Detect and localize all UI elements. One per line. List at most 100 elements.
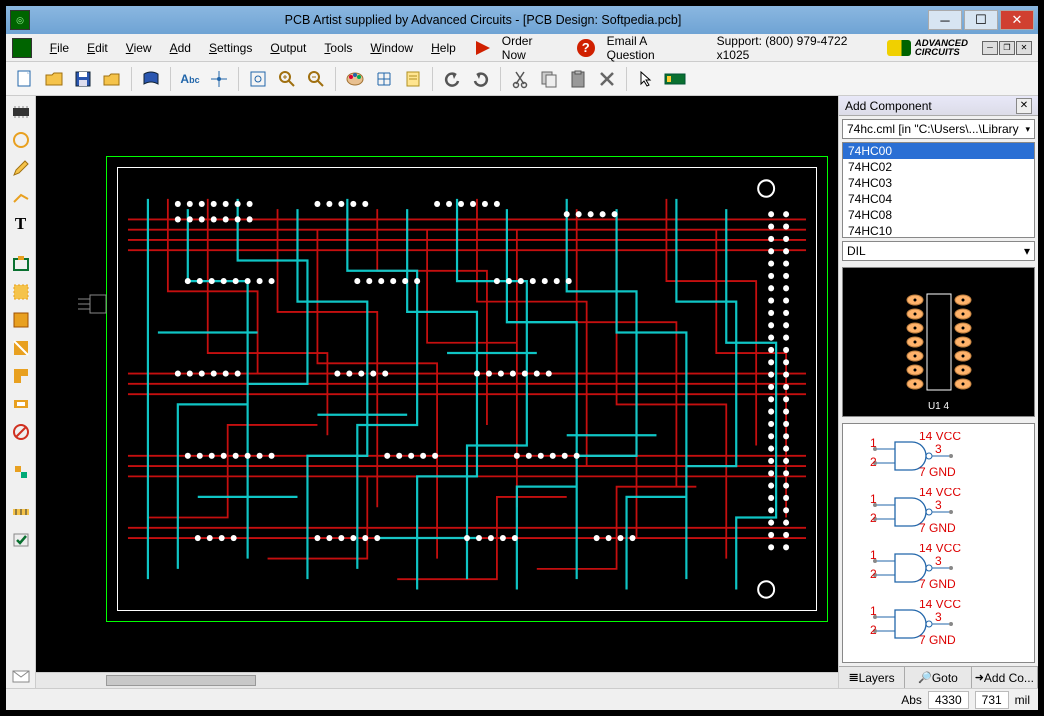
- shape-tool-button[interactable]: [9, 252, 33, 276]
- undo-button[interactable]: [439, 66, 465, 92]
- status-y: 731: [975, 691, 1009, 709]
- menu-help[interactable]: Help: [423, 39, 464, 57]
- menu-add[interactable]: Add: [162, 39, 199, 57]
- menu-output[interactable]: Output: [262, 39, 314, 57]
- toolbar: Abc: [6, 62, 1038, 96]
- notes-button[interactable]: [400, 66, 426, 92]
- pencil-tool-button[interactable]: [9, 156, 33, 180]
- list-item[interactable]: 74HC00: [843, 143, 1034, 159]
- status-unit: mil: [1015, 693, 1030, 707]
- cut-button[interactable]: [507, 66, 533, 92]
- left-toolbar: T: [6, 96, 36, 688]
- list-item[interactable]: 74HC10: [843, 223, 1034, 238]
- mail-button[interactable]: [9, 664, 33, 688]
- panel-title: Add Component ✕: [839, 96, 1038, 116]
- forbid-tool-button[interactable]: [9, 420, 33, 444]
- mdi-close-button[interactable]: ✕: [1016, 41, 1032, 55]
- list-item[interactable]: 74HC03: [843, 175, 1034, 191]
- maximize-button[interactable]: ☐: [964, 10, 998, 30]
- order-now-link[interactable]: Order Now: [498, 32, 563, 64]
- paste-button[interactable]: [565, 66, 591, 92]
- delete-button[interactable]: [594, 66, 620, 92]
- text-style-button[interactable]: Abc: [177, 66, 203, 92]
- save-button[interactable]: [70, 66, 96, 92]
- menu-edit[interactable]: Edit: [79, 39, 116, 57]
- open-button[interactable]: [41, 66, 67, 92]
- svg-text:2: 2: [870, 455, 877, 469]
- statusbar: Abs 4330 731 mil: [6, 688, 1038, 710]
- mdi-minimize-button[interactable]: ─: [982, 41, 998, 55]
- parts-list[interactable]: 74HC0074HC0274HC0374HC0474HC0874HC10: [842, 142, 1035, 238]
- grid-origin-button[interactable]: [206, 66, 232, 92]
- copy-button[interactable]: [536, 66, 562, 92]
- menu-settings[interactable]: Settings: [201, 39, 260, 57]
- app-menu-icon[interactable]: [12, 38, 32, 58]
- question-icon: ?: [577, 39, 595, 57]
- schematic-preview: 14 VCC 3 7 GND 12 14 VCC 3 7 GND 12 14 V…: [842, 423, 1035, 663]
- add-component-panel: Add Component ✕ 74hc.cml [in "C:\Users\.…: [838, 96, 1038, 688]
- svg-text:2: 2: [870, 623, 877, 637]
- tab-addco[interactable]: ➜ Add Co...: [972, 667, 1038, 688]
- footprint-preview: U1 4: [842, 267, 1035, 417]
- svg-text:2: 2: [870, 567, 877, 581]
- zoom-extents-button[interactable]: [245, 66, 271, 92]
- svg-text:1: 1: [870, 604, 877, 618]
- zoom-in-button[interactable]: [274, 66, 300, 92]
- folder-button[interactable]: [99, 66, 125, 92]
- menu-window[interactable]: Window: [362, 39, 421, 57]
- list-item[interactable]: 74HC04: [843, 191, 1034, 207]
- svg-text:2: 2: [870, 511, 877, 525]
- window-title: PCB Artist supplied by Advanced Circuits…: [38, 13, 928, 27]
- svg-text:7 GND: 7 GND: [919, 521, 956, 534]
- tab-layers[interactable]: 𝌆 Layers: [839, 667, 905, 688]
- notch-tool-button[interactable]: [9, 364, 33, 388]
- line-tool-button[interactable]: [9, 184, 33, 208]
- horizontal-scrollbar[interactable]: [36, 672, 838, 688]
- grid-button[interactable]: [371, 66, 397, 92]
- cut-tool-button[interactable]: [9, 336, 33, 360]
- redo-button[interactable]: [468, 66, 494, 92]
- tab-goto[interactable]: 🔎 Goto: [905, 667, 971, 688]
- menubar: File Edit View Add Settings Output Tools…: [6, 34, 1038, 62]
- svg-text:3: 3: [935, 498, 942, 512]
- list-item[interactable]: 74HC08: [843, 207, 1034, 223]
- svg-text:1: 1: [870, 548, 877, 562]
- svg-text:3: 3: [935, 442, 942, 456]
- library-combo[interactable]: 74hc.cml [in "C:\Users\...\Library ▾: [842, 119, 1035, 139]
- ic-tool-button[interactable]: [9, 100, 33, 124]
- support-text: Support: (800) 979-4722 x1025: [713, 32, 885, 64]
- mdi-restore-button[interactable]: ❐: [999, 41, 1015, 55]
- package-combo[interactable]: DIL ▾: [842, 241, 1035, 261]
- svg-text:7 GND: 7 GND: [919, 633, 956, 646]
- order-arrow-icon: [476, 41, 490, 55]
- circle-tool-button[interactable]: [9, 128, 33, 152]
- minimize-button[interactable]: ─: [928, 10, 962, 30]
- svg-text:7 GND: 7 GND: [919, 465, 956, 478]
- check-tool-button[interactable]: [9, 528, 33, 552]
- new-button[interactable]: [12, 66, 38, 92]
- slot-tool-button[interactable]: [9, 392, 33, 416]
- menu-view[interactable]: View: [118, 39, 160, 57]
- email-question-link[interactable]: Email A Question: [603, 32, 701, 64]
- pcb-canvas[interactable]: [36, 96, 838, 672]
- svg-text:3: 3: [935, 610, 942, 624]
- component-button[interactable]: [662, 66, 688, 92]
- dimension-tool-button[interactable]: [9, 500, 33, 524]
- colors-button[interactable]: [342, 66, 368, 92]
- brand-logo: ADVANCEDCIRCUITS: [887, 39, 968, 57]
- via-tool-button[interactable]: [9, 460, 33, 484]
- library-button[interactable]: [138, 66, 164, 92]
- zoom-out-button[interactable]: [303, 66, 329, 92]
- text-tool-button[interactable]: T: [9, 212, 33, 236]
- status-abs: Abs: [901, 693, 922, 707]
- close-button[interactable]: ✕: [1000, 10, 1034, 30]
- pour-tool-button[interactable]: [9, 280, 33, 304]
- menu-file[interactable]: File: [42, 39, 77, 57]
- svg-text:7 GND: 7 GND: [919, 577, 956, 590]
- select-button[interactable]: [633, 66, 659, 92]
- menu-tools[interactable]: Tools: [316, 39, 360, 57]
- board-tool-button[interactable]: [9, 308, 33, 332]
- panel-close-button[interactable]: ✕: [1016, 98, 1032, 114]
- list-item[interactable]: 74HC02: [843, 159, 1034, 175]
- status-x: 4330: [928, 691, 969, 709]
